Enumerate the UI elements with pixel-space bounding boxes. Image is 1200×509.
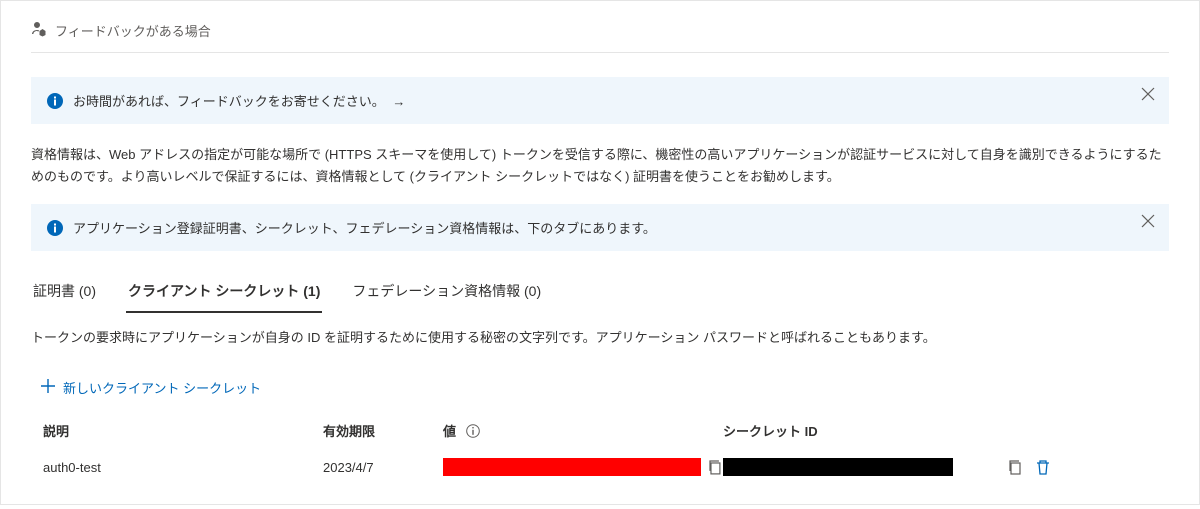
close-icon[interactable] bbox=[1141, 214, 1155, 228]
info-icon[interactable] bbox=[466, 424, 480, 438]
new-client-secret-label: 新しいクライアント シークレット bbox=[63, 378, 261, 397]
feedback-person-icon bbox=[31, 21, 47, 40]
new-client-secret-button[interactable]: 新しいクライアント シークレット bbox=[31, 356, 1169, 413]
cell-secret-id-redacted bbox=[723, 458, 953, 476]
tab-client-secrets[interactable]: クライアント シークレット (1) bbox=[126, 271, 322, 313]
cell-expiry: 2023/4/7 bbox=[323, 460, 443, 475]
tabs: 証明書 (0) クライアント シークレット (1) フェデレーション資格情報 (… bbox=[31, 271, 1169, 313]
info-bar-tabs-text: アプリケーション登録証明書、シークレット、フェデレーション資格情報は、下のタブに… bbox=[73, 218, 656, 237]
arrow-right-icon[interactable]: → bbox=[392, 94, 405, 109]
cell-description: auth0-test bbox=[43, 460, 323, 475]
col-header-secret-id: シークレット ID bbox=[723, 421, 1003, 440]
feedback-header[interactable]: フィードバックがある場合 bbox=[31, 21, 1169, 53]
tab-description: トークンの要求時にアプリケーションが自身の ID を証明するために使用する秘密の… bbox=[31, 313, 1169, 356]
col-header-description: 説明 bbox=[43, 421, 323, 440]
cell-value-redacted bbox=[443, 458, 701, 476]
plus-icon bbox=[41, 379, 55, 396]
col-header-value: 値 bbox=[443, 421, 723, 440]
table-row: auth0-test 2023/4/7 bbox=[31, 450, 1169, 484]
copy-icon[interactable] bbox=[1007, 459, 1023, 475]
table-header: 説明 有効期限 値 シークレット ID bbox=[31, 413, 1169, 450]
tab-federated-credentials[interactable]: フェデレーション資格情報 (0) bbox=[350, 271, 543, 313]
info-icon bbox=[47, 93, 63, 109]
copy-icon[interactable] bbox=[707, 459, 723, 475]
info-bar-feedback: お時間があれば、フィードバックをお寄せください。 → bbox=[31, 77, 1169, 124]
credentials-description: 資格情報は、Web アドレスの指定が可能な場所で (HTTPS スキーマを使用し… bbox=[31, 124, 1169, 204]
col-header-expiry: 有効期限 bbox=[323, 421, 443, 440]
info-icon bbox=[47, 220, 63, 236]
feedback-header-text: フィードバックがある場合 bbox=[55, 21, 211, 40]
info-bar-feedback-text: お時間があれば、フィードバックをお寄せください。 bbox=[73, 94, 385, 109]
delete-icon[interactable] bbox=[1035, 459, 1051, 475]
tab-certificates[interactable]: 証明書 (0) bbox=[31, 271, 98, 313]
secrets-table: 説明 有効期限 値 シークレット ID auth0-test 2023/4/7 bbox=[31, 413, 1169, 484]
close-icon[interactable] bbox=[1141, 87, 1155, 101]
info-bar-tabs: アプリケーション登録証明書、シークレット、フェデレーション資格情報は、下のタブに… bbox=[31, 204, 1169, 251]
